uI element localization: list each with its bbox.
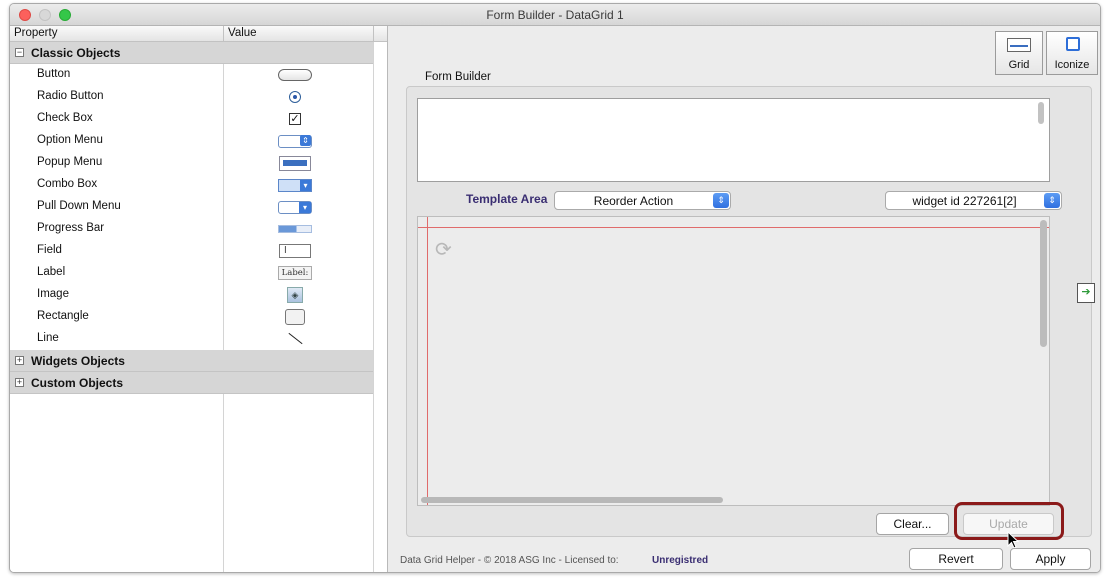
list-item-pull-down-menu[interactable]: Pull Down Menu bbox=[10, 196, 373, 218]
button-preview-icon bbox=[278, 69, 312, 81]
item-label: Button bbox=[37, 68, 71, 80]
item-label: Line bbox=[37, 332, 59, 344]
iconize-tool-button[interactable]: Iconize bbox=[1046, 31, 1098, 75]
label-preview-icon: Label: bbox=[278, 266, 312, 280]
rectangle-preview-icon bbox=[285, 309, 305, 325]
expand-toggle-icon[interactable]: + bbox=[15, 356, 24, 365]
item-label: Field bbox=[37, 244, 62, 256]
iconize-tool-label: Iconize bbox=[1054, 59, 1090, 71]
grid-icon bbox=[1007, 38, 1031, 52]
column-grid-line bbox=[373, 42, 374, 572]
form-builder-window: Form Builder - DataGrid 1 Property Value… bbox=[9, 3, 1101, 573]
item-label: Radio Button bbox=[37, 90, 104, 102]
template-canvas[interactable]: ⟳ bbox=[417, 216, 1050, 506]
item-label: Progress Bar bbox=[37, 222, 105, 234]
widget-id-value: widget id 227261[2] bbox=[912, 194, 1017, 208]
combo-box-preview-icon bbox=[278, 178, 312, 192]
footer-license-status: Unregistred bbox=[652, 555, 709, 566]
vertical-guide-line bbox=[427, 217, 428, 505]
list-item-line[interactable]: Line bbox=[10, 328, 373, 350]
mouse-pointer-icon bbox=[1007, 531, 1020, 549]
item-label: Label bbox=[37, 266, 66, 278]
apply-button[interactable]: Apply bbox=[1010, 548, 1091, 570]
window-title: Form Builder - DataGrid 1 bbox=[486, 8, 624, 22]
group-custom-objects[interactable]: + Custom Objects bbox=[10, 372, 373, 394]
list-item-field[interactable]: Field I bbox=[10, 240, 373, 262]
select-arrows-icon: ⇕ bbox=[1044, 193, 1060, 208]
line-preview-icon bbox=[286, 332, 304, 346]
script-text-area[interactable] bbox=[417, 98, 1050, 182]
pull-down-menu-preview-icon bbox=[278, 200, 312, 214]
expand-toggle-icon[interactable]: + bbox=[15, 378, 24, 387]
property-table-header: Property Value bbox=[10, 26, 387, 42]
radio-button-preview-icon bbox=[289, 91, 301, 103]
list-item-option-menu[interactable]: Option Menu bbox=[10, 130, 373, 152]
property-column-header[interactable]: Property bbox=[14, 27, 57, 39]
list-item-label[interactable]: Label Label: bbox=[10, 262, 373, 284]
footer-copyright: Data Grid Helper - © 2018 ASG Inc - Lice… bbox=[400, 555, 619, 566]
property-panel: Property Value − Classic Objects Button … bbox=[10, 26, 388, 572]
list-item-popup-menu[interactable]: Popup Menu bbox=[10, 152, 373, 174]
item-label: Image bbox=[37, 288, 69, 300]
widget-id-select[interactable]: widget id 227261[2] ⇕ bbox=[885, 191, 1062, 210]
popup-menu-preview-icon bbox=[279, 155, 311, 171]
column-divider bbox=[223, 26, 224, 42]
collapse-toggle-icon[interactable]: − bbox=[15, 48, 24, 57]
iconize-icon bbox=[1066, 37, 1080, 51]
item-label: Popup Menu bbox=[37, 156, 103, 168]
clear-button[interactable]: Clear... bbox=[876, 513, 949, 535]
group-label: Widgets Objects bbox=[31, 354, 125, 368]
item-label: Option Menu bbox=[37, 134, 103, 146]
horizontal-guide-line bbox=[418, 227, 1049, 228]
insert-document-icon[interactable]: ➔ bbox=[1077, 283, 1095, 303]
canvas-horizontal-scrollbar[interactable] bbox=[421, 497, 723, 503]
refresh-icon[interactable]: ⟳ bbox=[435, 237, 452, 262]
progress-bar-preview-icon bbox=[278, 225, 312, 233]
list-item-rectangle[interactable]: Rectangle bbox=[10, 306, 373, 328]
image-preview-icon: ◈ bbox=[287, 287, 303, 303]
group-widgets-objects[interactable]: + Widgets Objects bbox=[10, 350, 373, 372]
column-divider bbox=[373, 26, 374, 42]
template-area-label: Template Area bbox=[466, 192, 548, 206]
group-label: Custom Objects bbox=[31, 376, 124, 390]
canvas-vertical-scrollbar[interactable] bbox=[1040, 220, 1047, 347]
form-builder-pane: Grid Iconize Form Builder Template Area … bbox=[389, 26, 1100, 572]
list-item-progress-bar[interactable]: Progress Bar bbox=[10, 218, 373, 240]
reorder-action-select[interactable]: Reorder Action ⇕ bbox=[554, 191, 731, 210]
grid-tool-button[interactable]: Grid bbox=[995, 31, 1043, 75]
form-builder-title: Form Builder bbox=[425, 71, 491, 83]
list-item-image[interactable]: Image ◈ bbox=[10, 284, 373, 306]
revert-button[interactable]: Revert bbox=[909, 548, 1003, 570]
reorder-action-value: Reorder Action bbox=[593, 194, 674, 208]
select-arrows-icon: ⇕ bbox=[713, 193, 729, 208]
list-item-check-box[interactable]: Check Box ✓ bbox=[10, 108, 373, 130]
option-menu-preview-icon bbox=[278, 134, 312, 148]
group-label: Classic Objects bbox=[31, 46, 121, 60]
item-label: Rectangle bbox=[37, 310, 89, 322]
field-preview-icon: I bbox=[279, 244, 311, 258]
list-item-button[interactable]: Button bbox=[10, 64, 373, 86]
item-label: Check Box bbox=[37, 112, 93, 124]
check-box-preview-icon: ✓ bbox=[289, 113, 301, 125]
form-builder-group-box: Template Area Reorder Action ⇕ widget id… bbox=[406, 86, 1095, 537]
item-label: Pull Down Menu bbox=[37, 200, 121, 212]
list-item-radio-button[interactable]: Radio Button bbox=[10, 86, 373, 108]
grid-tool-label: Grid bbox=[1008, 59, 1030, 71]
value-column-header[interactable]: Value bbox=[228, 27, 257, 39]
title-bar[interactable]: Form Builder - DataGrid 1 bbox=[10, 4, 1100, 26]
text-area-scrollbar[interactable] bbox=[1038, 102, 1044, 124]
group-classic-objects[interactable]: − Classic Objects bbox=[10, 42, 373, 64]
item-label: Combo Box bbox=[37, 178, 98, 190]
list-item-combo-box[interactable]: Combo Box bbox=[10, 174, 373, 196]
